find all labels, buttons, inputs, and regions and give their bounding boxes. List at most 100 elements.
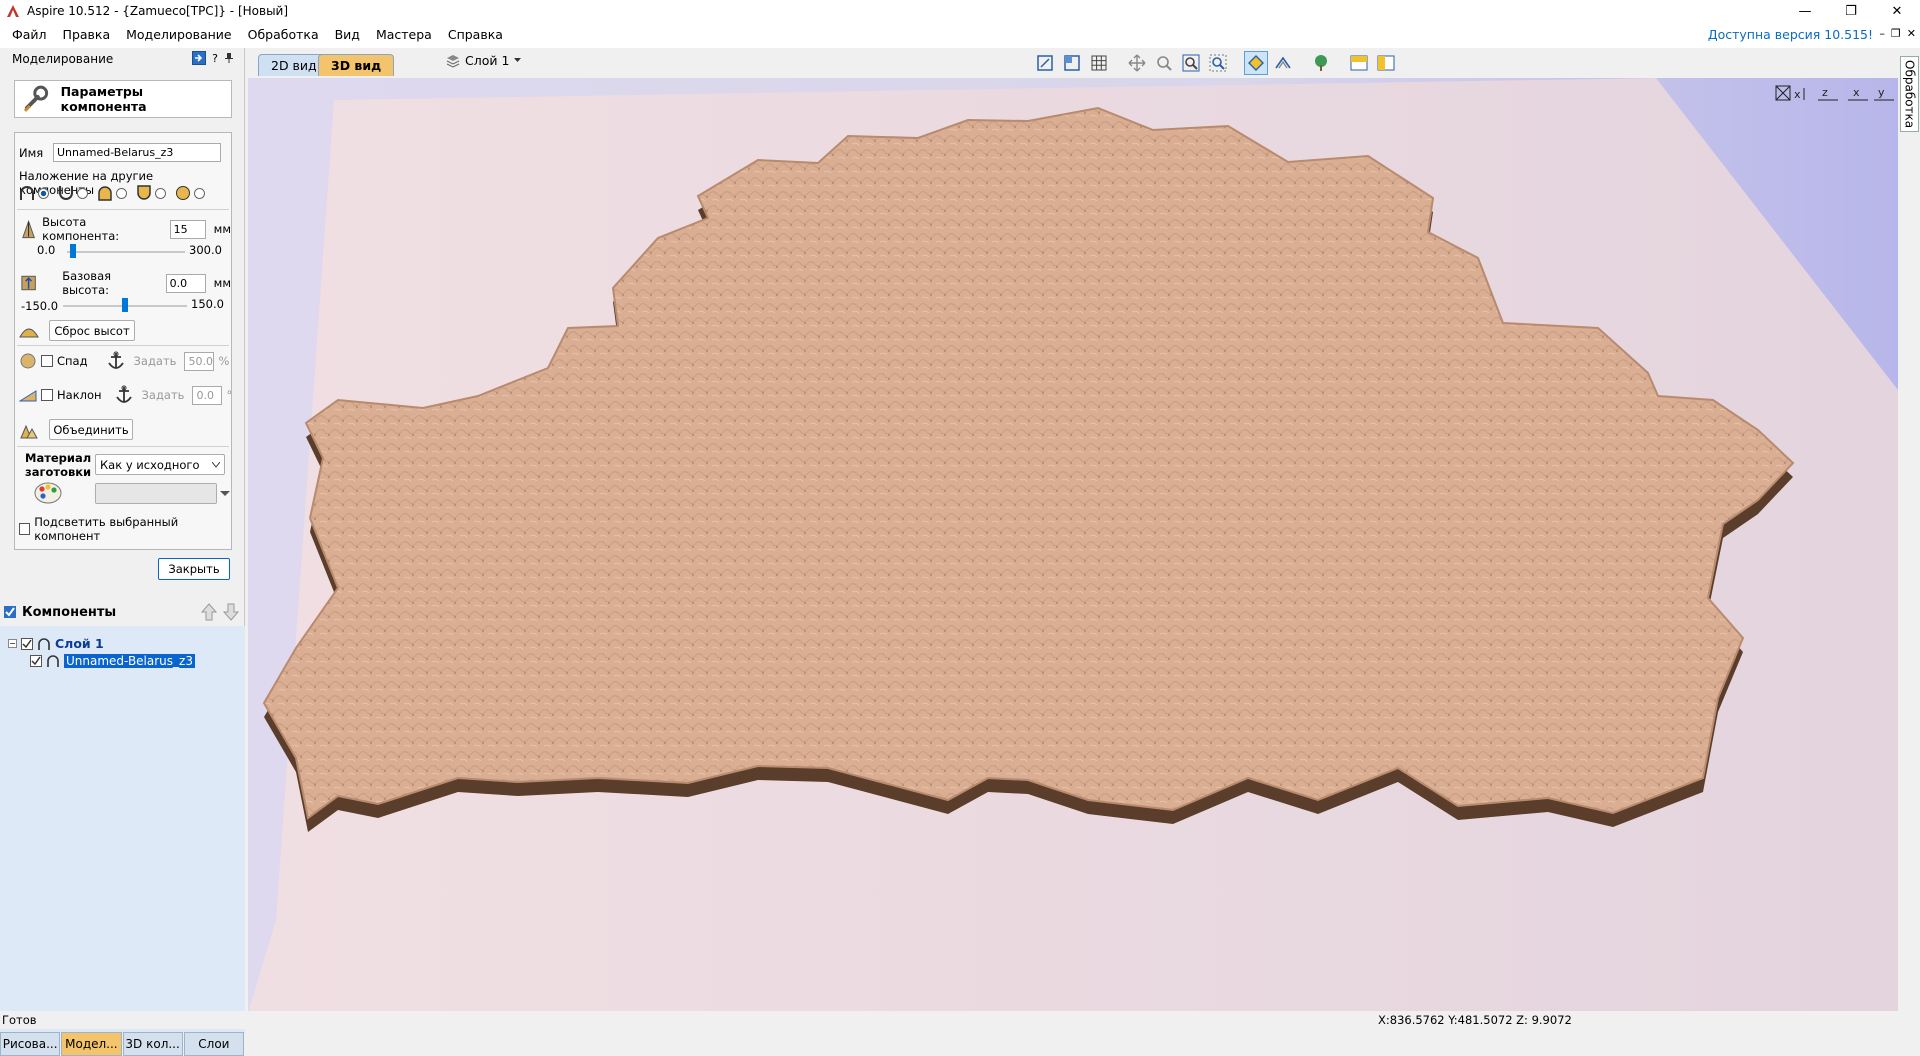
zoom-fit-icon[interactable] (1179, 51, 1203, 75)
subtract-mode-radio[interactable] (77, 187, 88, 199)
height-slider-thumb[interactable] (69, 244, 76, 258)
material-dropdown-value: Как у исходного (100, 457, 200, 472)
base-height-icon (21, 275, 36, 291)
mdi-close-icon[interactable]: ✕ (1907, 27, 1916, 40)
dock-icon[interactable] (192, 51, 207, 65)
svg-text:z: z (1822, 86, 1828, 99)
menu-wizards[interactable]: Мастера (368, 22, 440, 48)
help-icon[interactable]: ? (212, 52, 218, 65)
material-label-line1: Материал (25, 451, 92, 465)
zoom-region-icon[interactable] (1206, 51, 1230, 75)
maximize-button[interactable]: ❐ (1828, 0, 1874, 22)
menu-help[interactable]: Справка (440, 22, 511, 48)
update-available-link[interactable]: Доступна версия 10.515! (1708, 22, 1873, 48)
reset-heights-icon (19, 328, 39, 337)
menu-view[interactable]: Вид (327, 22, 368, 48)
fade-label: Спад (57, 354, 88, 368)
components-tree: − Слой 1 Unnamed-Belarus_z3 (0, 626, 245, 1033)
view-iso-icon[interactable] (1775, 85, 1791, 101)
height-min-label: 0.0 (37, 243, 56, 257)
components-checkbox[interactable] (4, 606, 16, 618)
tilt-value-field[interactable] (192, 385, 223, 405)
height-field[interactable] (169, 219, 206, 239)
tree-component-row[interactable]: Unnamed-Belarus_z3 (30, 654, 195, 668)
name-field[interactable] (53, 143, 221, 162)
window-title: Aspire 10.512 - {Zamueco[TPC]} - [Новый] (27, 4, 289, 18)
split-horizontal-icon[interactable] (1347, 51, 1371, 75)
tilt-checkbox[interactable] (41, 389, 53, 401)
snap-icon[interactable] (1033, 51, 1057, 75)
tab-layers[interactable]: Слои (183, 1032, 244, 1056)
move-up-icon[interactable] (200, 602, 218, 622)
view-y-icon[interactable]: y (1874, 86, 1894, 101)
chevron-down-icon[interactable] (220, 490, 230, 497)
divider (17, 209, 229, 210)
base-height-field[interactable] (165, 273, 206, 293)
tab-toolpaths[interactable]: Обработка (1900, 56, 1919, 132)
highlight-checkbox[interactable] (19, 523, 31, 535)
zoom-icon[interactable] (1152, 51, 1176, 75)
toolbar-separator (1336, 51, 1344, 75)
view-x-axis-icon[interactable]: x (1794, 88, 1805, 101)
low-mode-radio[interactable] (155, 187, 166, 199)
base-min-label: -150.0 (21, 299, 59, 313)
multiply-mode-icon (176, 186, 190, 200)
tilt-label: Наклон (57, 388, 102, 402)
fade-anchor-icon[interactable] (106, 351, 126, 371)
move-down-icon[interactable] (222, 602, 240, 622)
base-height-slider-thumb[interactable] (122, 298, 128, 312)
material-dropdown[interactable]: Как у исходного (95, 454, 225, 475)
pan-icon[interactable] (1125, 51, 1149, 75)
base-height-label: Базовая высота: (62, 269, 112, 297)
fade-set-label[interactable]: Задать (134, 354, 177, 368)
rulers-icon[interactable] (1060, 51, 1084, 75)
collapse-icon[interactable]: − (8, 639, 17, 648)
grid-icon[interactable] (1087, 51, 1111, 75)
tree-layer-row[interactable]: − Слой 1 (8, 636, 104, 651)
fade-value-field[interactable] (184, 351, 215, 371)
render-tree-icon[interactable] (1309, 51, 1333, 75)
menu-file[interactable]: Файл (4, 22, 55, 48)
merge-button[interactable]: Объединить (49, 419, 133, 440)
close-button[interactable]: ✕ (1874, 0, 1920, 22)
mdi-minimize-icon[interactable]: – (1879, 27, 1885, 40)
show-vectors-icon[interactable] (1244, 51, 1268, 75)
view-x-icon[interactable]: x (1848, 86, 1868, 101)
reset-heights-button[interactable]: Сброс высот (49, 320, 135, 341)
minimize-button[interactable]: — (1782, 0, 1828, 22)
tab-modeling[interactable]: Модел... (61, 1032, 122, 1056)
mdi-restore-icon[interactable]: ❐ (1891, 27, 1901, 40)
pin-icon[interactable] (224, 52, 234, 64)
menu-toolpaths[interactable]: Обработка (240, 22, 327, 48)
material-color-swatch[interactable] (95, 483, 217, 504)
multiply-mode-radio[interactable] (194, 187, 205, 199)
split-vertical-icon[interactable] (1374, 51, 1398, 75)
component-params-button[interactable]: Параметры компонента (14, 80, 232, 118)
fade-unit: % (218, 354, 230, 368)
divider (17, 446, 229, 447)
tilt-anchor-icon[interactable] (114, 385, 134, 405)
palette-icon[interactable] (33, 481, 63, 505)
name-label: Имя (19, 145, 44, 160)
menu-modeling[interactable]: Моделирование (118, 22, 239, 48)
show-toolpaths-icon[interactable] (1271, 51, 1295, 75)
menu-edit[interactable]: Правка (55, 22, 119, 48)
menu-bar: Файл Правка Моделирование Обработка Вид … (0, 22, 1920, 48)
panel-header-tools: ? (192, 51, 234, 65)
high-mode-radio[interactable] (116, 187, 127, 199)
layer-selector[interactable]: Слой 1 (446, 53, 522, 68)
close-panel-button[interactable]: Закрыть (158, 558, 230, 580)
add-mode-radio[interactable] (38, 187, 49, 199)
tab-3d-clipart[interactable]: 3D кол... (122, 1032, 183, 1056)
component-checkbox[interactable] (30, 655, 42, 667)
layer-checkbox[interactable] (21, 637, 33, 650)
fade-checkbox[interactable] (41, 355, 53, 367)
height-slider[interactable] (67, 251, 185, 253)
tilt-set-label[interactable]: Задать (142, 388, 185, 402)
3d-viewport[interactable]: x z x y (248, 78, 1898, 1013)
view-z-axis-icon[interactable]: z (1818, 86, 1838, 101)
tab-drawing[interactable]: Рисова... (0, 1032, 61, 1056)
tab-3d-view[interactable]: 3D вид (318, 54, 395, 76)
layer-selector-value: Слой 1 (465, 53, 510, 68)
relief-scene[interactable]: x z x y (248, 78, 1898, 1013)
